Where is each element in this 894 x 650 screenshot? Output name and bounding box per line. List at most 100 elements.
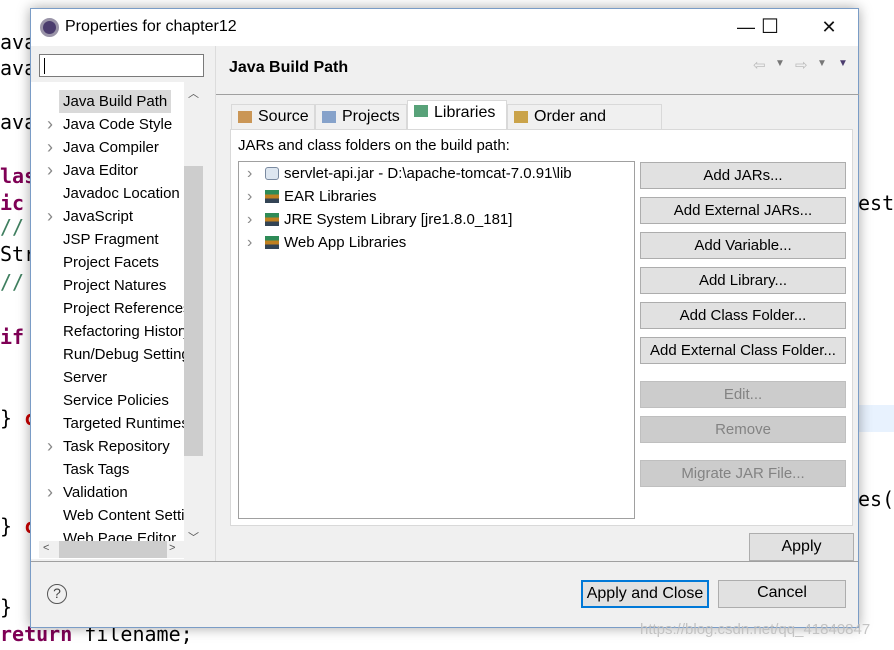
forward-menu-icon[interactable]: ▼ [817,58,827,69]
apply-and-close-button[interactable]: Apply and Close [581,580,709,608]
tree-item[interactable]: Targeted Runtimes [31,412,184,435]
chevron-right-icon[interactable]: › [247,185,252,208]
tree-item-label: Javadoc Location [63,185,180,202]
list-item-label: EAR Libraries [284,188,377,205]
chevron-right-icon[interactable]: › [47,159,53,182]
tree-item[interactable]: Service Policies [31,389,184,412]
forward-icon[interactable]: ⇨ [795,56,808,74]
tree-item[interactable]: › Java Compiler [31,136,184,159]
editor-current-line [858,405,894,432]
chevron-right-icon[interactable]: › [247,231,252,254]
divider [216,94,859,95]
source-folder-icon [238,111,252,123]
tree-item-label: Project References [63,300,184,317]
tree-item[interactable]: Run/Debug Settings [31,343,184,366]
view-menu-icon[interactable]: ▼ [838,58,848,69]
tree-item[interactable]: Project Natures [31,274,184,297]
chevron-right-icon[interactable]: › [47,481,53,504]
tree-item-label: Java Editor [63,162,139,179]
tree-item[interactable]: Web Content Settings [31,504,184,527]
tree-item-label: Service Policies [63,392,169,409]
chevron-right-icon[interactable]: › [47,205,53,228]
remove-button: Remove [640,416,846,443]
list-item-label: servlet-api.jar - D:\apache-tomcat-7.0.9… [284,165,572,182]
library-icon [265,213,279,226]
scrollbar-thumb[interactable] [184,166,203,456]
tree-vertical-scrollbar[interactable]: ︿ ﹀ [184,82,203,559]
tree-item[interactable]: › Java Code Style [31,113,184,136]
tab-source[interactable]: Source [231,104,315,129]
list-label: JARs and class folders on the build path… [238,137,510,154]
scroll-right-icon[interactable]: > [169,542,175,554]
tree-item[interactable]: JSP Fragment [31,228,184,251]
list-item-label: JRE System Library [jre1.8.0_181] [284,211,513,228]
tree-item[interactable]: Java Build Path [31,90,184,113]
code-fragment: est [858,191,894,215]
tree-item[interactable]: Project References [31,297,184,320]
library-icon [265,190,279,203]
chevron-right-icon[interactable]: › [47,435,53,458]
back-menu-icon[interactable]: ▼ [775,58,785,69]
add-external-class-folder-button[interactable]: Add External Class Folder... [640,337,846,364]
tree-item[interactable]: Javadoc Location [31,182,184,205]
library-icon [414,105,428,117]
tree-horizontal-scrollbar[interactable]: < > [39,541,184,558]
tab-libraries[interactable]: Libraries [407,100,507,130]
code-fragment: ic [0,191,25,215]
divider [31,561,858,562]
eclipse-icon [40,18,59,37]
edit-button: Edit... [640,381,846,408]
code-text: } [0,514,25,538]
filter-input[interactable] [39,54,204,77]
build-path-list[interactable]: › servlet-api.jar - D:\apache-tomcat-7.0.… [238,161,635,519]
code-fragment: es( [858,487,894,511]
add-variable-button[interactable]: Add Variable... [640,232,846,259]
scroll-up-icon[interactable]: ︿ [188,85,199,101]
chevron-right-icon[interactable]: › [47,136,53,159]
tree-item[interactable]: Server [31,366,184,389]
chevron-right-icon[interactable]: › [47,113,53,136]
add-class-folder-button[interactable]: Add Class Folder... [640,302,846,329]
projects-folder-icon [322,111,336,123]
scroll-left-icon[interactable]: < [43,542,49,554]
tree-item-label: Task Repository [63,438,170,455]
tree-item-label: Java Build Path [59,90,172,113]
list-item-label: Web App Libraries [284,234,407,251]
tree-item[interactable]: › Task Repository [31,435,184,458]
title-bar: Properties for chapter12 — ☐ ✕ [31,9,858,46]
maximize-button[interactable]: ☐ [747,9,793,46]
order-export-icon [514,111,528,123]
tree-item-label: Run/Debug Settings [63,346,184,363]
tab-label: Source [258,108,309,125]
tree-item[interactable]: › JavaScript [31,205,184,228]
tab-order-and-export[interactable]: Order and Export [507,104,662,149]
chevron-right-icon[interactable]: › [247,208,252,231]
chevron-right-icon[interactable]: › [247,162,252,185]
window-title: Properties for chapter12 [65,18,237,35]
tree-item-label: Validation [63,484,128,501]
tab-projects[interactable]: Projects [315,104,407,129]
tree-item[interactable]: Task Tags [31,458,184,481]
back-icon[interactable]: ⇦ [753,56,766,74]
property-tree: Java Build Path › Java Code Style › Java Com… [31,82,184,559]
jar-icon [265,167,279,180]
libraries-tab-content: JARs and class folders on the build path… [230,129,853,526]
add-jars-button[interactable]: Add JARs... [640,162,846,189]
tree-item-label: Project Facets [63,254,159,271]
scrollbar-thumb[interactable] [59,541,167,558]
tree-item-label: JavaScript [63,208,134,225]
tree-item-label: Refactoring History [63,323,184,340]
tree-item-label: Web Content Settings [63,507,184,524]
tree-item[interactable]: › Validation [31,481,184,504]
add-library-button[interactable]: Add Library... [640,267,846,294]
close-button[interactable]: ✕ [806,9,852,46]
cancel-button[interactable]: Cancel [718,580,846,608]
help-icon[interactable]: ? [47,584,67,604]
add-external-jars-button[interactable]: Add External JARs... [640,197,846,224]
tree-item[interactable]: › Java Editor [31,159,184,182]
tree-item[interactable]: Project Facets [31,251,184,274]
scroll-down-icon[interactable]: ﹀ [188,529,199,545]
tree-item-label: Java Code Style [63,116,173,133]
tree-item[interactable]: Refactoring History [31,320,184,343]
apply-button[interactable]: Apply [749,533,854,561]
